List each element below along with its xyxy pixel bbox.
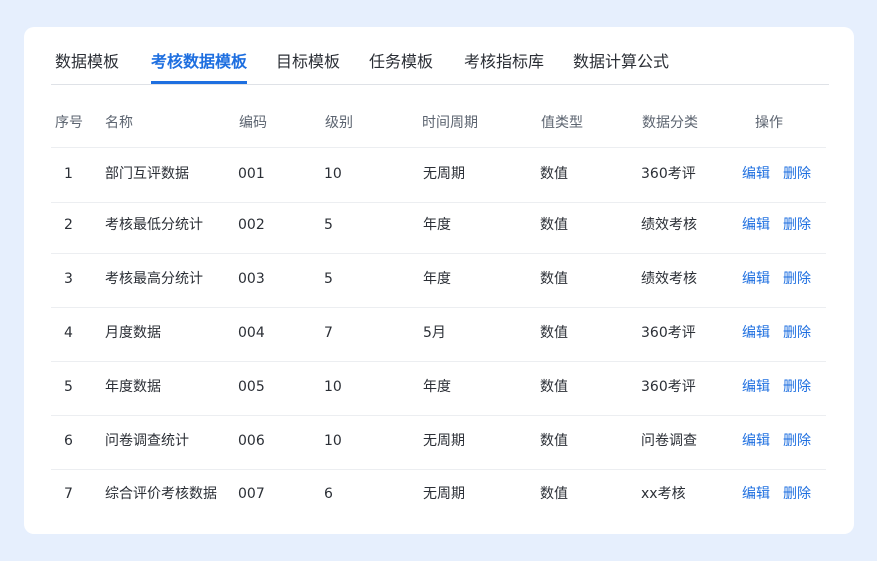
- table-row: 4 月度数据 004 7 5月 数值 360考评 编辑 删除: [51, 307, 826, 362]
- delete-button[interactable]: 删除: [783, 432, 811, 450]
- cell-category: xx考核: [641, 486, 686, 502]
- cell-period: 年度: [423, 217, 451, 233]
- cell-category: 绩效考核: [641, 217, 697, 233]
- delete-button[interactable]: 删除: [783, 324, 811, 342]
- cell-code: 005: [238, 379, 265, 395]
- cell-period: 无周期: [423, 433, 465, 449]
- cell-code: 001: [238, 166, 265, 182]
- delete-button[interactable]: 删除: [783, 378, 811, 396]
- table-header: 序号 名称 编码 级别 时间周期 值类型 数据分类 操作: [51, 105, 826, 148]
- table-row: 1 部门互评数据 001 10 无周期 数值 360考评 编辑 删除: [51, 148, 826, 203]
- cell-level: 5: [324, 271, 333, 287]
- cell-level: 7: [324, 325, 333, 341]
- cell-value-type: 数值: [540, 379, 568, 395]
- cell-name: 问卷调查统计: [105, 433, 189, 449]
- cell-name: 年度数据: [105, 379, 161, 395]
- tab-bar: 数据模板 考核数据模板 目标模板 任务模板 考核指标库 数据计算公式: [51, 27, 829, 85]
- delete-button[interactable]: 删除: [783, 270, 811, 288]
- edit-button[interactable]: 编辑: [742, 216, 770, 234]
- edit-button[interactable]: 编辑: [742, 485, 770, 503]
- cell-index: 4: [64, 325, 73, 341]
- cell-level: 6: [324, 486, 333, 502]
- header-value-type: 值类型: [541, 115, 583, 131]
- table-row: 5 年度数据 005 10 年度 数值 360考评 编辑 删除: [51, 361, 826, 416]
- cell-level: 10: [324, 433, 342, 449]
- tab-indicator-library[interactable]: 考核指标库: [464, 49, 544, 84]
- cell-period: 无周期: [423, 166, 465, 182]
- delete-button[interactable]: 删除: [783, 485, 811, 503]
- cell-index: 3: [64, 271, 73, 287]
- header-period: 时间周期: [422, 115, 478, 131]
- cell-category: 问卷调查: [641, 433, 697, 449]
- table-row: 6 问卷调查统计 006 10 无周期 数值 问卷调查 编辑 删除: [51, 415, 826, 470]
- cell-level: 10: [324, 166, 342, 182]
- cell-level: 5: [324, 217, 333, 233]
- table-row: 2 考核最低分统计 002 5 年度 数值 绩效考核 编辑 删除: [51, 199, 826, 254]
- cell-name: 考核最低分统计: [105, 217, 203, 233]
- delete-button[interactable]: 删除: [783, 216, 811, 234]
- edit-button[interactable]: 编辑: [742, 324, 770, 342]
- cell-period: 5月: [423, 325, 446, 341]
- cell-value-type: 数值: [540, 433, 568, 449]
- cell-name: 部门互评数据: [105, 166, 189, 182]
- header-index: 序号: [55, 115, 83, 131]
- tab-calculation-formula[interactable]: 数据计算公式: [573, 49, 669, 84]
- edit-button[interactable]: 编辑: [742, 378, 770, 396]
- header-name: 名称: [105, 115, 133, 131]
- edit-button[interactable]: 编辑: [742, 270, 770, 288]
- cell-category: 360考评: [641, 379, 696, 395]
- cell-period: 年度: [423, 271, 451, 287]
- cell-index: 1: [64, 166, 73, 182]
- cell-category: 360考评: [641, 325, 696, 341]
- edit-button[interactable]: 编辑: [742, 165, 770, 183]
- cell-category: 360考评: [641, 166, 696, 182]
- tab-assessment-data-template[interactable]: 考核数据模板: [151, 49, 248, 84]
- cell-code: 002: [238, 217, 265, 233]
- tab-goal-template[interactable]: 目标模板: [276, 49, 340, 84]
- cell-period: 无周期: [423, 486, 465, 502]
- cell-code: 007: [238, 486, 265, 502]
- delete-button[interactable]: 删除: [783, 165, 811, 183]
- header-actions: 操作: [755, 115, 783, 131]
- cell-value-type: 数值: [540, 271, 568, 287]
- cell-index: 2: [64, 217, 73, 233]
- cell-level: 10: [324, 379, 342, 395]
- cell-name: 月度数据: [105, 325, 161, 341]
- cell-value-type: 数值: [540, 486, 568, 502]
- header-code: 编码: [239, 115, 267, 131]
- tab-data-template[interactable]: 数据模板: [55, 49, 119, 84]
- cell-code: 004: [238, 325, 265, 341]
- cell-value-type: 数值: [540, 325, 568, 341]
- cell-code: 006: [238, 433, 265, 449]
- cell-name: 考核最高分统计: [105, 271, 203, 287]
- cell-value-type: 数值: [540, 217, 568, 233]
- cell-category: 绩效考核: [641, 271, 697, 287]
- template-card: 数据模板 考核数据模板 目标模板 任务模板 考核指标库 数据计算公式 序号 名称…: [24, 27, 854, 534]
- cell-period: 年度: [423, 379, 451, 395]
- table-row: 7 综合评价考核数据 007 6 无周期 数值 xx考核 编辑 删除: [51, 468, 826, 522]
- cell-index: 7: [64, 486, 73, 502]
- cell-name: 综合评价考核数据: [105, 486, 217, 502]
- cell-index: 6: [64, 433, 73, 449]
- header-category: 数据分类: [642, 115, 698, 131]
- edit-button[interactable]: 编辑: [742, 432, 770, 450]
- table-row: 3 考核最高分统计 003 5 年度 数值 绩效考核 编辑 删除: [51, 253, 826, 308]
- cell-index: 5: [64, 379, 73, 395]
- header-level: 级别: [325, 115, 353, 131]
- tab-task-template[interactable]: 任务模板: [369, 49, 433, 84]
- cell-code: 003: [238, 271, 265, 287]
- cell-value-type: 数值: [540, 166, 568, 182]
